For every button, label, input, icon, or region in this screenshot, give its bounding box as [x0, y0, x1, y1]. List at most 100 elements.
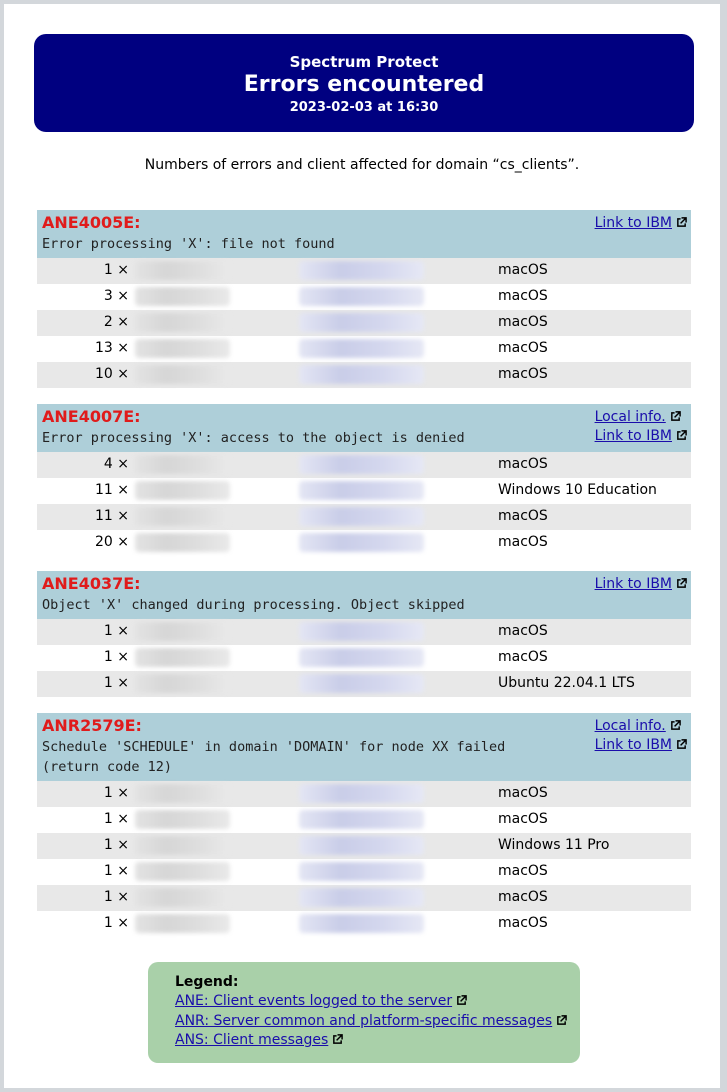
local-info-link[interactable]: Local info.	[595, 408, 687, 427]
external-link-icon	[670, 720, 681, 730]
error-count: 1 ×	[103, 785, 129, 801]
table-row: 10 × macOS	[37, 362, 691, 388]
os-name: macOS	[498, 889, 548, 905]
redacted-user-link[interactable]	[299, 507, 424, 526]
redacted-user-link[interactable]	[299, 481, 424, 500]
error-description: Object 'X' changed during processing. Ob…	[42, 597, 465, 613]
external-link-icon	[333, 1034, 344, 1044]
link-to-ibm[interactable]: Link to IBM	[595, 427, 687, 446]
error-group-header: ANE4005E: Error processing 'X': file not…	[37, 210, 691, 258]
redacted-client	[135, 313, 230, 332]
report-subtitle: Numbers of errors and client affected fo…	[144, 157, 580, 173]
error-count: 1 ×	[103, 623, 129, 639]
error-count: 1 ×	[103, 889, 129, 905]
redacted-user-link[interactable]	[299, 862, 424, 881]
link-to-ibm[interactable]: Link to IBM	[595, 214, 687, 233]
legend-link-anr[interactable]: ANR: Server common and platform-specific…	[175, 1012, 568, 1032]
table-row: 11 × macOS	[37, 504, 691, 530]
redacted-client	[135, 481, 230, 500]
table-row: 20 × macOS	[37, 530, 691, 556]
redacted-user-link[interactable]	[299, 784, 424, 803]
redacted-client	[135, 648, 230, 667]
external-link-icon	[557, 1014, 568, 1025]
legend-link-ans[interactable]: ANS: Client messages	[175, 1031, 567, 1051]
table-row: 1 × Windows 11 Pro	[37, 833, 691, 859]
external-link-icon	[677, 217, 687, 227]
error-group-header: ANR2579E: Schedule 'SCHEDULE' in domain …	[37, 713, 691, 781]
redacted-client	[135, 365, 230, 384]
redacted-user-link[interactable]	[299, 622, 424, 641]
redacted-user-link[interactable]	[299, 455, 424, 474]
error-description-line: Schedule 'SCHEDULE' in domain 'DOMAIN' f…	[42, 739, 506, 755]
redacted-client	[135, 507, 230, 526]
error-description-line: (return code 12)	[42, 759, 173, 775]
os-name: macOS	[498, 915, 548, 931]
error-count: 4 ×	[103, 456, 129, 472]
report-page: Spectrum Protect Errors encountered 2023…	[4, 4, 720, 1088]
table-row: 1 × macOS	[37, 885, 691, 911]
legend-items: ANE: Client events logged to the server …	[175, 992, 568, 1051]
redacted-user-link[interactable]	[299, 674, 424, 693]
error-links: Link to IBM	[595, 214, 687, 233]
redacted-client	[135, 287, 230, 306]
table-row: 11 × Windows 10 Education	[37, 478, 691, 504]
os-name: macOS	[498, 366, 548, 382]
redacted-user-link[interactable]	[299, 339, 424, 358]
legend-link-ane[interactable]: ANE: Client events logged to the server	[175, 992, 567, 1012]
error-group: ANE4037E: Object 'X' changed during proc…	[37, 571, 691, 697]
report-datetime: 2023-02-03 at 16:30	[289, 100, 439, 115]
error-count: 13 ×	[95, 340, 129, 356]
error-count: 1 ×	[103, 915, 129, 931]
redacted-client	[135, 862, 230, 881]
error-links: Link to IBM	[595, 575, 687, 594]
os-name: macOS	[498, 649, 548, 665]
redacted-user-link[interactable]	[299, 287, 424, 306]
local-info-link[interactable]: Local info.	[595, 717, 687, 736]
redacted-user-link[interactable]	[299, 365, 424, 384]
os-name: macOS	[498, 262, 548, 278]
error-count: 1 ×	[103, 863, 129, 879]
table-row: 1 × macOS	[37, 258, 691, 284]
error-count: 2 ×	[103, 314, 129, 330]
redacted-user-link[interactable]	[299, 810, 424, 829]
external-link-icon	[670, 411, 681, 421]
redacted-user-link[interactable]	[299, 914, 424, 933]
redacted-user-link[interactable]	[299, 261, 424, 280]
os-name: macOS	[498, 811, 548, 827]
error-description: Schedule 'SCHEDULE' in domain 'DOMAIN' f…	[42, 737, 505, 777]
redacted-user-link[interactable]	[299, 888, 424, 907]
table-row: 3 × macOS	[37, 284, 691, 310]
redacted-client	[135, 810, 230, 829]
external-link-icon	[677, 430, 687, 440]
error-code: ANE4007E:	[42, 407, 141, 426]
redacted-client	[135, 914, 230, 933]
os-name: macOS	[498, 288, 548, 304]
error-code: ANE4005E:	[42, 213, 141, 232]
table-row: 1 × macOS	[37, 911, 691, 937]
redacted-user-link[interactable]	[299, 648, 424, 667]
error-group: ANR2579E: Schedule 'SCHEDULE' in domain …	[37, 713, 691, 937]
error-group: ANE4007E: Error processing 'X': access t…	[37, 404, 691, 556]
table-row: 1 × macOS	[37, 645, 691, 671]
table-row: 4 × macOS	[37, 452, 691, 478]
redacted-user-link[interactable]	[299, 313, 424, 332]
redacted-client	[135, 339, 230, 358]
link-to-ibm[interactable]: Link to IBM	[595, 736, 687, 755]
redacted-user-link[interactable]	[299, 533, 424, 552]
os-name: macOS	[498, 456, 548, 472]
error-count: 3 ×	[103, 288, 129, 304]
redacted-user-link[interactable]	[299, 836, 424, 855]
os-name: macOS	[498, 863, 548, 879]
os-name: macOS	[498, 340, 548, 356]
table-row: 1 × macOS	[37, 619, 691, 645]
os-name: Windows 10 Education	[498, 482, 657, 498]
header-banner: Spectrum Protect Errors encountered 2023…	[34, 34, 694, 132]
link-to-ibm[interactable]: Link to IBM	[595, 575, 687, 594]
error-group: ANE4005E: Error processing 'X': file not…	[37, 210, 691, 388]
table-row: 2 × macOS	[37, 310, 691, 336]
os-name: macOS	[498, 508, 548, 524]
external-link-icon	[677, 578, 687, 588]
error-count: 1 ×	[103, 649, 129, 665]
error-count: 1 ×	[103, 675, 129, 691]
redacted-client	[135, 261, 230, 280]
